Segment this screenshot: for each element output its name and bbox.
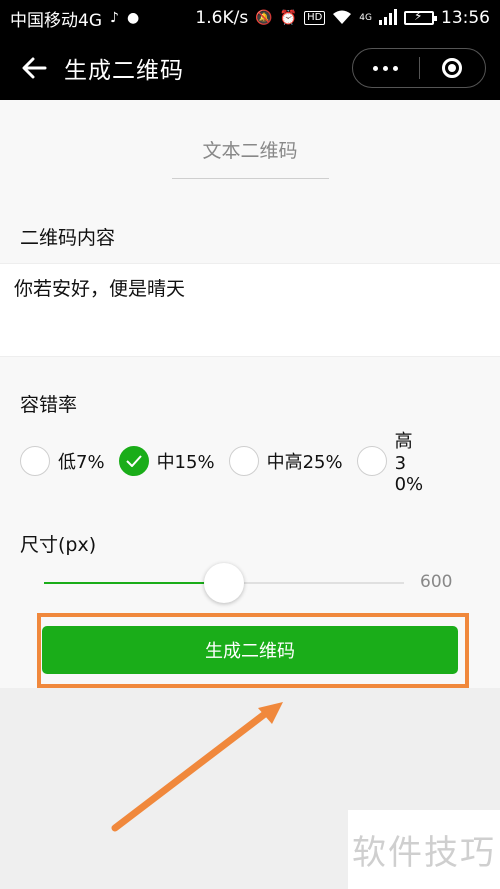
page-title: 生成二维码 bbox=[64, 58, 184, 84]
radio-option-medium[interactable]: 中15% bbox=[118, 446, 215, 476]
watermark: 软件技巧 bbox=[348, 810, 500, 889]
target-icon bbox=[442, 58, 463, 78]
radio-option-medium-high[interactable]: 中高25% bbox=[228, 446, 343, 476]
alarm-icon: ⏰ bbox=[279, 10, 298, 26]
wifi-icon bbox=[332, 9, 352, 28]
radio-label: 中高25% bbox=[266, 452, 343, 473]
status-bar: 中国移动4G ♪ ● 1.6K/s 🔕 ⏰ HD 4G ⚡ 13:56 bbox=[0, 0, 500, 36]
tiktok-icon: ♪ bbox=[110, 10, 119, 26]
hd-badge: HD bbox=[304, 11, 326, 25]
radio-label: 低7% bbox=[58, 452, 105, 473]
radio-label: 高30% bbox=[394, 431, 424, 495]
radio-option-low[interactable]: 低7% bbox=[20, 446, 105, 476]
mini-program-capsule bbox=[352, 48, 486, 88]
size-value: 600 bbox=[420, 572, 453, 592]
app-notification-icon: ● bbox=[126, 10, 140, 26]
battery-icon: ⚡ bbox=[404, 9, 437, 25]
content-label: 二维码内容 bbox=[20, 227, 116, 249]
time-text: 13:56 bbox=[441, 8, 490, 28]
main-content: 文本二维码 二维码内容 你若安好，便是晴天 容错率 低7% 中15% 中高25%… bbox=[0, 100, 500, 688]
close-mini-program-button[interactable] bbox=[420, 49, 486, 87]
title-bar: 生成二维码 bbox=[0, 36, 500, 100]
tab-text-qrcode[interactable]: 文本二维码 bbox=[0, 136, 500, 163]
network-type-badge: 4G bbox=[359, 12, 372, 23]
signal-icon bbox=[379, 8, 397, 28]
back-arrow-icon bbox=[22, 57, 47, 79]
carrier-text: 中国移动4G bbox=[10, 10, 102, 31]
more-button[interactable] bbox=[353, 49, 419, 87]
network-speed: 1.6K/s bbox=[195, 8, 249, 28]
radio-circle-checked[interactable] bbox=[118, 446, 149, 476]
size-label: 尺寸(px) bbox=[20, 534, 97, 556]
mute-icon: 🔕 bbox=[255, 10, 273, 26]
tab-underline bbox=[172, 178, 329, 179]
radio-label: 中15% bbox=[156, 452, 215, 473]
generate-qrcode-button[interactable]: 生成二维码 bbox=[42, 626, 458, 674]
radio-circle[interactable] bbox=[356, 446, 387, 476]
radio-circle[interactable] bbox=[228, 446, 259, 476]
radio-circle[interactable] bbox=[20, 446, 50, 476]
size-slider[interactable] bbox=[44, 563, 404, 603]
back-button[interactable] bbox=[14, 48, 54, 88]
check-icon bbox=[125, 455, 142, 467]
content-textarea[interactable]: 你若安好，便是晴天 bbox=[0, 263, 500, 357]
error-correction-label: 容错率 bbox=[20, 394, 78, 416]
slider-thumb[interactable] bbox=[204, 563, 244, 603]
error-correction-radio-group: 低7% 中15% 中高25% 高30% bbox=[20, 427, 490, 495]
slider-fill bbox=[44, 582, 224, 584]
more-dots-icon bbox=[373, 65, 399, 71]
radio-option-high[interactable]: 高30% bbox=[356, 427, 424, 495]
